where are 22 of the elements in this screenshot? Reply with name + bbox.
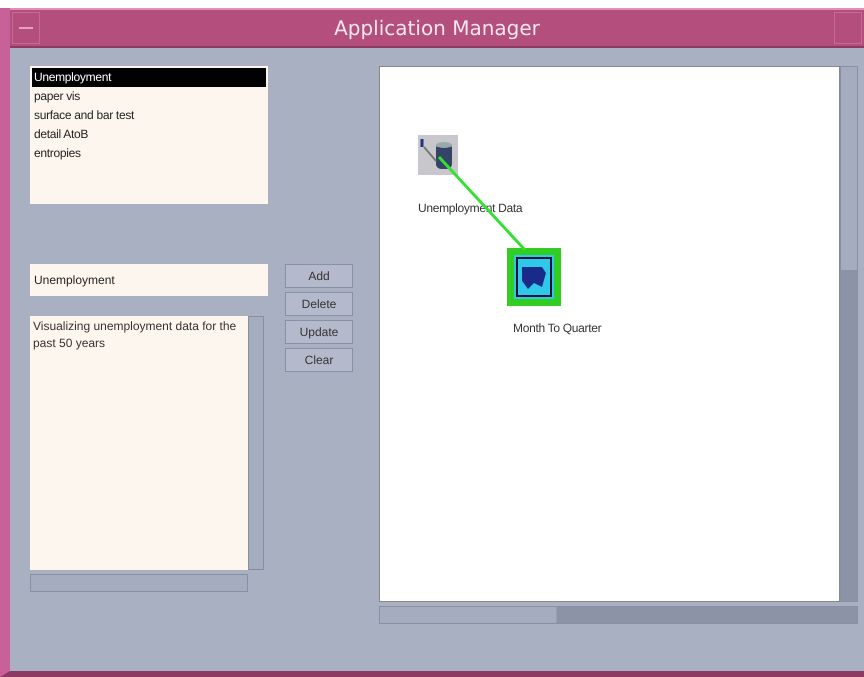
action-button[interactable]: Clear [285,348,353,372]
vertical-scrollbar[interactable] [248,316,264,570]
horizontal-scrollbar[interactable] [379,606,858,624]
node-label: Month To Quarter [513,321,602,335]
list-item[interactable]: surface and bar test [32,106,266,125]
list-item[interactable]: paper vis [32,87,266,106]
list-item[interactable]: detail AtoB [32,125,266,144]
window-menu-button[interactable] [12,12,40,44]
map-icon[interactable] [507,248,561,306]
list-item[interactable]: Unemployment [32,68,266,87]
horizontal-scrollbar[interactable] [30,574,248,592]
name-field[interactable]: Unemployment [30,264,268,296]
database-icon[interactable] [418,135,458,175]
list-item[interactable]: entropies [32,144,266,163]
window-title: Application Manager [333,16,541,40]
description-field[interactable]: Visualizing unemployment data for the past 50 years [30,316,248,570]
action-button[interactable]: Delete [285,292,353,316]
action-button[interactable]: Add [285,264,353,288]
maximize-button[interactable] [834,12,862,44]
action-button[interactable]: Update [285,320,353,344]
vertical-scrollbar[interactable] [840,66,858,602]
minus-icon [19,26,33,30]
